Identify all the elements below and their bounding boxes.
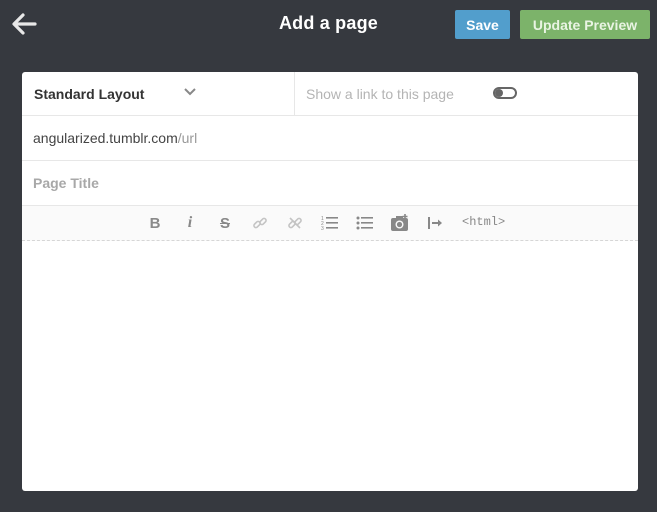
page-editor-card: Standard Layout Show a link to this page… [22, 72, 638, 491]
title-row [22, 161, 638, 206]
toggle-knob [495, 89, 503, 97]
update-preview-button[interactable]: Update Preview [520, 10, 650, 39]
layout-row: Standard Layout Show a link to this page [22, 72, 638, 116]
page-title-input[interactable] [22, 161, 638, 205]
top-bar: Add a page Save Update Preview [0, 0, 657, 48]
read-more-button[interactable] [426, 213, 446, 233]
unlink-icon [288, 217, 302, 229]
editor-toolbar: B i S 1 2 3 <html> [22, 206, 638, 241]
read-more-icon [428, 217, 442, 229]
url-domain: angularized.tumblr.com [33, 130, 178, 146]
ordered-list-icon: 1 2 3 [321, 216, 338, 231]
camera-icon [391, 214, 408, 231]
link-button[interactable] [250, 213, 270, 233]
save-button[interactable]: Save [455, 10, 510, 39]
url-field[interactable]: angularized.tumblr.com/url [33, 130, 197, 146]
url-suffix: /url [177, 130, 198, 146]
italic-icon: i [187, 214, 193, 231]
layout-dropdown[interactable]: Standard Layout [22, 72, 295, 115]
unordered-list-button[interactable] [355, 213, 375, 233]
show-link-label: Show a link to this page [306, 86, 454, 102]
page-body-editor[interactable] [22, 241, 638, 491]
unlink-button[interactable] [285, 213, 305, 233]
italic-button[interactable]: i [180, 213, 200, 233]
link-icon [253, 217, 267, 229]
layout-label: Standard Layout [34, 86, 145, 102]
chevron-down-icon [184, 88, 196, 96]
svg-text:3: 3 [321, 226, 324, 231]
url-row[interactable]: angularized.tumblr.com/url [22, 116, 638, 161]
bold-button[interactable]: B [145, 213, 165, 233]
ordered-list-button[interactable]: 1 2 3 [320, 213, 340, 233]
unordered-list-icon [356, 216, 373, 230]
html-button[interactable]: <html> [462, 215, 505, 229]
strikethrough-icon: S [219, 214, 230, 232]
insert-photo-button[interactable] [390, 213, 410, 233]
strikethrough-button[interactable]: S [215, 213, 235, 233]
show-link-toggle[interactable] [493, 87, 517, 99]
bold-icon: B [149, 214, 161, 232]
